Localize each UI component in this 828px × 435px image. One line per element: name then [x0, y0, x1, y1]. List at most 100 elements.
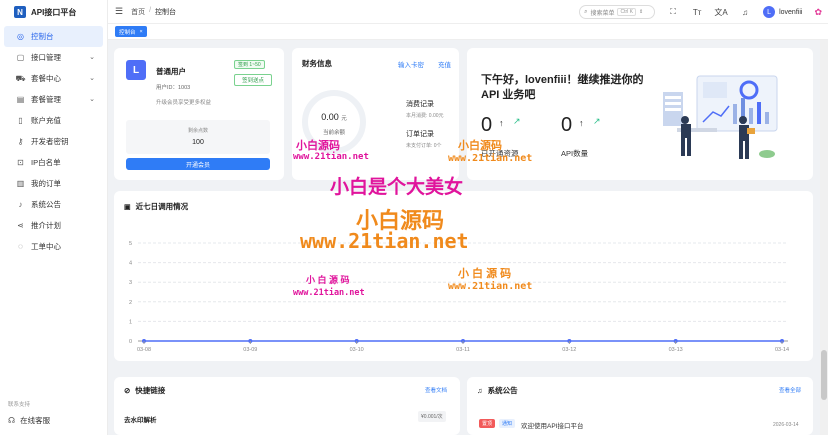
- watermark-text: www.21tian.net: [293, 152, 369, 162]
- scroll-thumb[interactable]: [821, 350, 827, 400]
- search-icon: ⌕: [584, 8, 588, 15]
- headset-icon: ☊: [8, 416, 16, 425]
- watermark-text: www.21tian.net: [448, 281, 533, 292]
- y-tick-label: 2: [129, 300, 132, 306]
- consume-record-title[interactable]: 消费记录: [406, 99, 434, 109]
- sidebar-item[interactable]: ⚷ 开发者密钥: [4, 131, 103, 152]
- quick-link-item[interactable]: 去水印解析: [124, 414, 157, 424]
- pinned-badge: 置顶: [479, 419, 496, 428]
- watermark-text: 小白是个大美女: [330, 177, 464, 198]
- translate-icon[interactable]: 文A: [709, 7, 733, 18]
- sidebar-item[interactable]: ▯ 账户充值: [4, 110, 103, 131]
- ticket-icon: ◌: [18, 242, 23, 251]
- y-tick-label: 4: [129, 261, 132, 267]
- sign-in-button[interactable]: 签到送点: [234, 74, 272, 86]
- y-tick-label: 1: [129, 319, 132, 325]
- close-icon[interactable]: ×: [140, 29, 143, 35]
- user-role: 普通用户: [156, 67, 186, 76]
- watermark-text: www.21tian.net: [448, 153, 533, 164]
- watermark-text: 小 白 源 码: [306, 275, 350, 285]
- chevron-down-icon[interactable]: ⌄: [89, 53, 95, 61]
- app-logo[interactable]: N API接口平台: [0, 0, 107, 24]
- stat-api-label: API数量: [561, 149, 589, 158]
- bell-icon: ♪: [18, 200, 23, 209]
- quick-link-price: ¥0.001/次: [418, 411, 446, 422]
- sidebar-item[interactable]: ⋖ 推介计划: [4, 215, 103, 236]
- api-icon: ▢: [16, 53, 25, 62]
- fullscreen-icon[interactable]: ⛶: [661, 7, 685, 17]
- order-record-sub: 未支付订单: 0个: [406, 143, 442, 149]
- chevron-icon: ⇕: [638, 9, 644, 15]
- sidebar-item[interactable]: ♪ 系统公告: [4, 194, 103, 215]
- lock-icon: ⊡: [17, 158, 24, 167]
- open-vip-button[interactable]: 开通会员: [126, 158, 270, 170]
- username[interactable]: lovenfiii: [779, 9, 802, 16]
- points-box: 剩余点数 100: [126, 120, 270, 154]
- view-docs-link[interactable]: 查看文档: [425, 386, 447, 394]
- y-tick-label: 3: [129, 280, 132, 286]
- tab-label: 控制台: [119, 29, 136, 36]
- recharge-link[interactable]: 充值: [438, 59, 451, 69]
- tab-dashboard[interactable]: 控制台 ×: [115, 26, 147, 37]
- stat-resources-value: 0: [481, 114, 493, 136]
- x-tick-label: 03-12: [562, 347, 576, 353]
- breadcrumb-home[interactable]: 首页: [131, 7, 145, 17]
- top-header: ☰ 首页 / 控制台 ⌕ 搜索菜单 Ctrl K ⇕ ⛶ Tт 文A ♫ L l…: [108, 0, 828, 24]
- key-icon: ⚷: [17, 137, 24, 146]
- chevron-down-icon[interactable]: ⌄: [89, 74, 95, 82]
- sidebar-item[interactable]: ◎ 控制台: [4, 26, 103, 47]
- sidebar-item[interactable]: ⊡ IP白名单: [4, 152, 103, 173]
- announcement-date: 2026-03-14: [773, 422, 799, 428]
- search-shortcut: Ctrl K: [617, 8, 636, 16]
- welcome-greeting: 下午好，lovenfiii！继续推进你的 API 业务吧: [481, 74, 644, 101]
- sidebar-item[interactable]: ▢ 接口管理 ⌄: [4, 47, 103, 68]
- logo-icon: N: [14, 6, 26, 18]
- sidebar-item-label: 接口管理: [31, 53, 61, 62]
- trend-up-icon: ↗: [593, 116, 601, 126]
- sidebar-item-label: IP白名单: [31, 158, 61, 167]
- notice-badge: 通知: [499, 419, 516, 428]
- announcements-title-text: 系统公告: [487, 386, 518, 395]
- support-label: 联系支持: [8, 402, 31, 408]
- announcement-text[interactable]: 欢迎使用API接口平台: [521, 420, 583, 430]
- x-tick-label: 03-08: [137, 347, 151, 353]
- finance-title: 财务信息: [302, 59, 332, 68]
- sidebar-item-label: 系统公告: [31, 200, 61, 209]
- x-tick-label: 03-13: [669, 347, 683, 353]
- sidebar-item-label: 我的订单: [31, 179, 61, 188]
- sidebar-item[interactable]: ▥ 我的订单: [4, 173, 103, 194]
- stat-api-value: 0: [561, 114, 573, 136]
- balance-amount: 0.00 元: [302, 112, 366, 122]
- consume-record-sub: 本月消费: 0.00元: [406, 113, 444, 119]
- watermark-text: 小白源码: [296, 140, 340, 152]
- chevron-down-icon[interactable]: ⌄: [89, 95, 95, 103]
- view-all-link[interactable]: 查看全部: [779, 386, 801, 394]
- watermark-text: www.21tian.net: [293, 288, 365, 298]
- sidebar-item[interactable]: ▤ 套餐管理 ⌄: [4, 89, 103, 110]
- search-input[interactable]: ⌕ 搜索菜单 Ctrl K ⇕: [579, 5, 656, 19]
- balance-label: 当前余额: [322, 130, 345, 136]
- sidebar-item-label: 套餐中心: [31, 74, 61, 83]
- sidebar-item-label: 开发者密钥: [31, 137, 69, 146]
- cart-icon: ⛟: [15, 73, 26, 83]
- watermark-text: www.21tian.net: [300, 229, 469, 253]
- sidebar-item-online-service[interactable]: ☊ 在线客服: [8, 415, 50, 426]
- redeem-card-link[interactable]: 输入卡密: [398, 59, 424, 69]
- avatar[interactable]: L: [763, 6, 776, 18]
- gear-icon[interactable]: ✿: [814, 7, 822, 18]
- page-scrollbar[interactable]: [820, 40, 828, 435]
- y-tick-label: 5: [129, 241, 132, 247]
- sidebar-item[interactable]: ◌ 工单中心: [4, 236, 103, 257]
- sidebar-item[interactable]: ⛟ 套餐中心 ⌄: [4, 68, 103, 89]
- watermark-text: 小白源码: [458, 140, 502, 152]
- order-record-title[interactable]: 订单记录: [406, 129, 434, 139]
- watermark-text: 小 白 源 码: [458, 268, 512, 280]
- sidebar-nav: ◎ 控制台 ▢ 接口管理 ⌄ ⛟ 套餐中心 ⌄ ▤ 套餐管理 ⌄ ▯ 账户充值 ⚷ 开发者密钥 ⊡ IP白名单 ▥…: [0, 26, 107, 257]
- business-illustration: [663, 75, 778, 159]
- x-tick-label: 03-10: [350, 347, 364, 353]
- points-label: 剩余点数: [187, 128, 208, 134]
- font-size-icon[interactable]: Tт: [685, 8, 709, 17]
- menu-toggle-icon[interactable]: ☰: [115, 6, 123, 17]
- x-tick-label: 03-14: [775, 347, 789, 353]
- bell-icon[interactable]: ♫: [733, 8, 757, 17]
